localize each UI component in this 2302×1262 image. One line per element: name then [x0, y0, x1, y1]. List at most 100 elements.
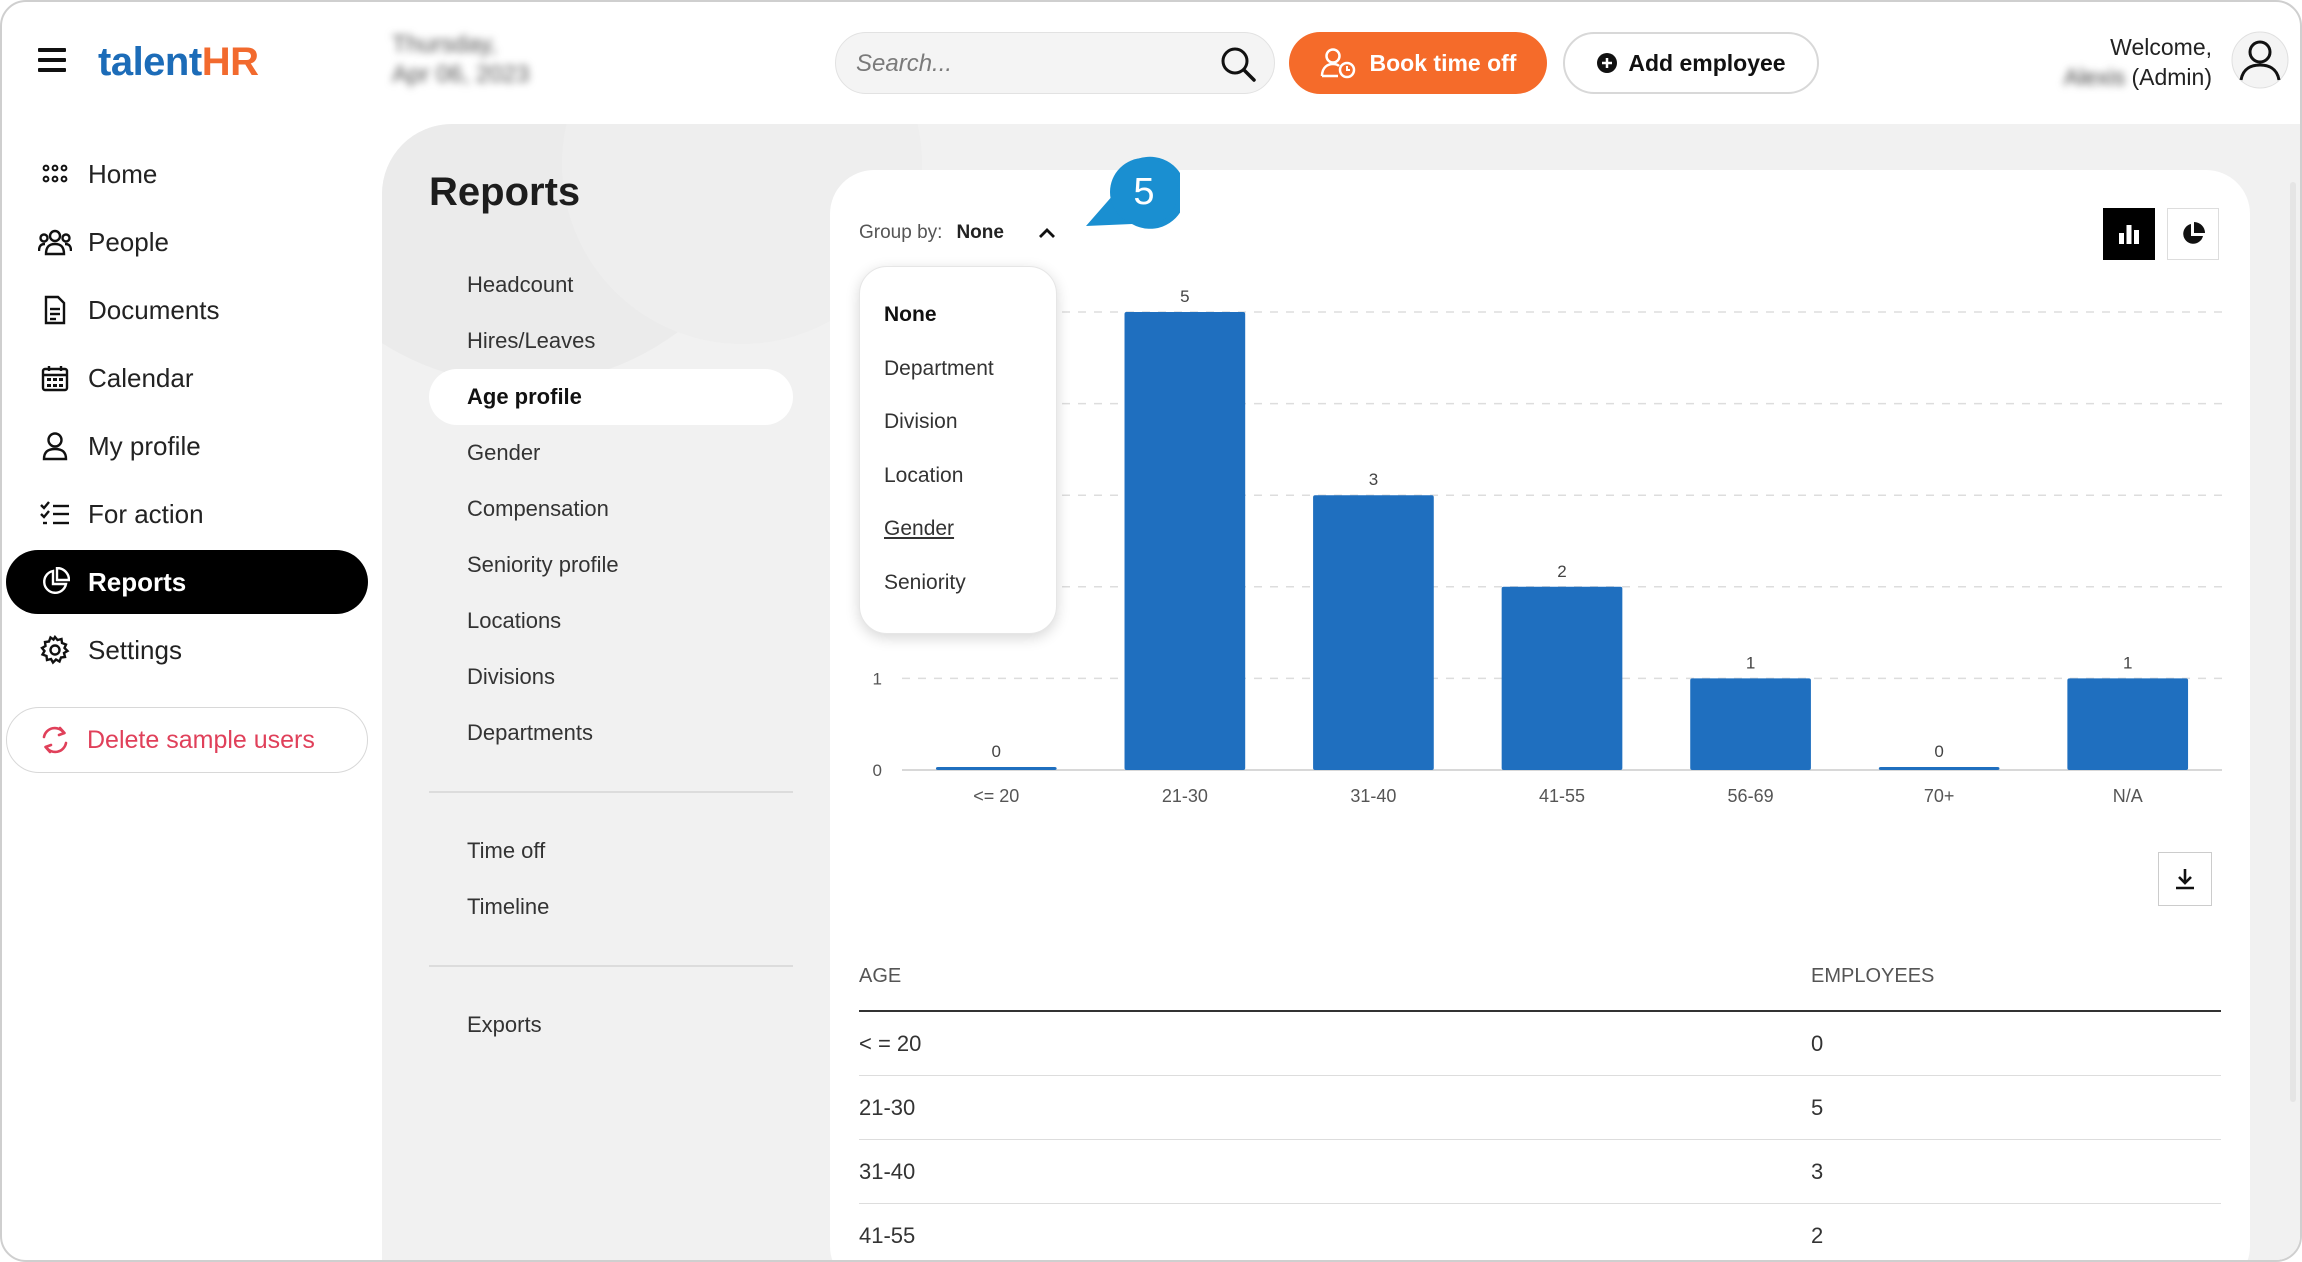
sidebar-item-for-action[interactable]: For action: [6, 482, 368, 546]
dropdown-option-gender[interactable]: Gender: [860, 509, 1056, 563]
plus-circle-icon: [1597, 53, 1618, 73]
user-role: (Admin): [2131, 64, 2212, 90]
cell-age: 41-55: [859, 1222, 916, 1248]
avatar-icon[interactable]: [2230, 30, 2290, 90]
subnav-departments[interactable]: Departments: [429, 705, 793, 761]
current-date: Thursday, Apr 06, 2023: [392, 30, 529, 90]
search-input[interactable]: [856, 45, 1186, 83]
bar-value-label: 1: [1746, 653, 1755, 672]
column-header-employees[interactable]: EMPLOYEES: [1811, 965, 2221, 988]
dropdown-option-label: Gender: [884, 517, 955, 540]
dropdown-option-label: Location: [884, 463, 964, 487]
dropdown-option-none[interactable]: None: [860, 295, 1056, 349]
dropdown-option-label: Seniority: [884, 570, 966, 594]
download-icon: [2176, 869, 2194, 890]
group-by-label: Group by:: [859, 222, 943, 243]
table-row: < = 20 0: [859, 1012, 2221, 1076]
sidebar-item-reports[interactable]: Reports: [6, 550, 368, 614]
bar: [1124, 312, 1246, 770]
age-table: AGE EMPLOYEES < = 20 0 21-30 5 31-40 3 4…: [859, 942, 2221, 1260]
app-window: talentHR Thursday, Apr 06, 2023 Book tim…: [0, 0, 2302, 1262]
cell-age: < = 20: [859, 1030, 922, 1056]
x-tick-label: 56-69: [1728, 786, 1774, 806]
subnav-gender[interactable]: Gender: [429, 425, 793, 481]
bar: [1313, 495, 1434, 770]
sidebar-item-my-profile[interactable]: My profile: [6, 414, 368, 478]
scrollbar[interactable]: [2290, 182, 2296, 1102]
dropdown-option-department[interactable]: Department: [860, 349, 1056, 403]
subnav-headcount[interactable]: Headcount: [429, 257, 793, 313]
sidebar-item-label: For action: [88, 498, 204, 529]
download-button[interactable]: [2158, 852, 2212, 906]
bar-value-label: 0: [1934, 742, 1943, 761]
date-value: Apr 06, 2023: [392, 61, 530, 88]
date-weekday: Thursday,: [392, 31, 497, 58]
logo[interactable]: talentHR: [98, 40, 259, 85]
dropdown-option-label: Division: [884, 410, 958, 433]
group-by-dropdown: None Department Division Location Gender…: [859, 266, 1057, 634]
bar: [2067, 678, 2189, 770]
bar-chart-toggle[interactable]: [2103, 208, 2155, 260]
subnav-exports[interactable]: Exports: [429, 997, 793, 1053]
table-row: 31-40 3: [859, 1140, 2221, 1204]
checklist-icon: [40, 501, 69, 525]
age-profile-chart: 0 1 0 <= 20 5 21-30 3 31-40 2 41-55 1 56-69 0 70+ 1 N/A: [852, 262, 2232, 822]
x-tick-label: 21-30: [1162, 786, 1208, 806]
sidebar-item-home[interactable]: Home: [6, 142, 368, 206]
column-header-age[interactable]: AGE: [859, 965, 1811, 988]
bar-value-label: 5: [1180, 287, 1189, 306]
page-title: Reports: [429, 170, 581, 214]
sidebar-nav: Home People Documents Calendar My profil…: [2, 142, 372, 686]
add-employee-button[interactable]: Add employee: [1563, 32, 1819, 94]
sidebar-item-label: Settings: [88, 634, 182, 665]
sidebar-item-label: Calendar: [88, 362, 194, 393]
book-time-off-button[interactable]: Book time off: [1289, 32, 1547, 94]
gear-icon: [40, 635, 70, 665]
subnav-timeline[interactable]: Timeline: [429, 879, 793, 935]
step-badge-number: 5: [1133, 171, 1154, 213]
x-tick-label: 31-40: [1350, 786, 1396, 806]
subnav-compensation[interactable]: Compensation: [429, 481, 793, 537]
menu-icon[interactable]: [38, 48, 66, 72]
table-row: 21-30 5: [859, 1076, 2221, 1140]
sidebar-item-documents[interactable]: Documents: [6, 278, 368, 342]
pie-chart-toggle[interactable]: [2167, 208, 2219, 260]
sidebar-item-settings[interactable]: Settings: [6, 618, 368, 682]
chevron-up-icon: [1038, 228, 1055, 238]
bar-chart: 0 1 0 <= 20 5 21-30 3 31-40 2 41-55 1 56-69 0 70+ 1 N/A: [873, 287, 2222, 806]
subnav-locations[interactable]: Locations: [429, 593, 793, 649]
welcome-text: Welcome,: [2110, 34, 2212, 60]
user-name: Alexis: [2063, 64, 2126, 90]
step-badge: 5: [1086, 156, 1180, 229]
dropdown-option-division[interactable]: Division: [860, 402, 1056, 456]
dropdown-option-seniority[interactable]: Seniority: [860, 563, 1056, 617]
subnav-hires-leaves[interactable]: Hires/Leaves: [429, 313, 793, 369]
search-box: [835, 32, 1275, 94]
bar: [1878, 767, 2000, 770]
y-tick-label: 0: [873, 761, 882, 780]
calendar-icon: [41, 366, 69, 392]
subnav-seniority-profile[interactable]: Seniority profile: [429, 537, 793, 593]
cell-age: 21-30: [859, 1094, 916, 1120]
sidebar-item-label: My profile: [88, 430, 201, 461]
sidebar-item-people[interactable]: People: [6, 210, 368, 274]
sidebar-item-calendar[interactable]: Calendar: [6, 346, 368, 410]
bar: [1690, 678, 1811, 770]
bar-value-label: 2: [1557, 562, 1566, 581]
group-by-value: None: [956, 222, 1004, 243]
delete-sample-users-button[interactable]: Delete sample users: [6, 707, 368, 773]
subnav-time-off[interactable]: Time off: [429, 823, 793, 879]
subnav-age-profile[interactable]: Age profile: [429, 369, 793, 425]
document-icon: [44, 295, 66, 325]
dropdown-option-label: None: [884, 303, 937, 326]
bar: [1501, 586, 1623, 770]
cell-employees: 2: [1811, 1222, 1824, 1248]
dropdown-option-location[interactable]: Location: [860, 456, 1056, 510]
bar-value-label: 1: [2123, 653, 2132, 672]
x-tick-label: N/A: [2113, 786, 2143, 806]
subnav-divider: [429, 791, 793, 793]
cell-employees: 0: [1811, 1030, 1824, 1056]
subnav-divisions[interactable]: Divisions: [429, 649, 793, 705]
search-icon[interactable]: [1218, 44, 1258, 84]
group-by-select[interactable]: Group by: None: [859, 222, 1056, 244]
